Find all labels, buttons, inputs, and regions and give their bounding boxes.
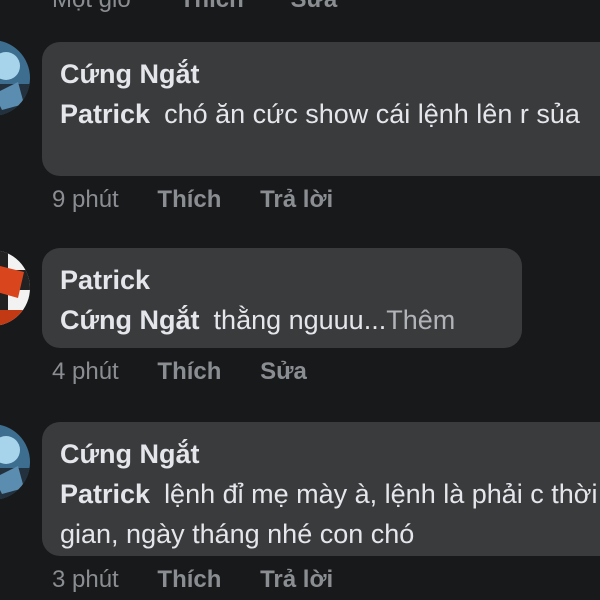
like-button[interactable]: Thích xyxy=(180,0,244,13)
comment-time: Một giờ xyxy=(52,0,133,13)
reply-button[interactable]: Trả lời xyxy=(260,566,333,594)
mention-link[interactable]: Patrick xyxy=(60,99,150,129)
comment-text: Patrick lệnh đỉ mẹ mày à, lệnh là phải c … xyxy=(60,474,600,554)
like-button[interactable]: Thích xyxy=(157,358,221,386)
comment-bubble: Cứng Ngắt Patrick lệnh đỉ mẹ mày à, lệnh … xyxy=(42,422,600,556)
comment-body: thằng nguuu... xyxy=(213,305,387,335)
comment-actions: 3 phút Thích Trả lời xyxy=(52,566,365,594)
comment-author[interactable]: Cứng Ngắt xyxy=(60,54,600,94)
avatar[interactable] xyxy=(0,250,30,326)
comment-actions: 4 phút Thích Sửa xyxy=(52,358,339,386)
comment-bubble: Patrick Cứng Ngắt thằng nguuu...Thêm xyxy=(42,248,522,348)
comment-author[interactable]: Patrick xyxy=(60,260,504,300)
comment-bubble: Cứng Ngắt Patrick chó ăn cức show cái lện… xyxy=(42,42,600,176)
comment-text: Cứng Ngắt thằng nguuu...Thêm xyxy=(60,300,504,340)
edit-button[interactable]: Sửa xyxy=(290,0,337,13)
comment-author[interactable]: Cứng Ngắt xyxy=(60,434,600,474)
see-more-link[interactable]: Thêm xyxy=(386,305,455,335)
comment-body: chó ăn cức show cái lệnh lên r sủa xyxy=(164,99,580,129)
avatar[interactable] xyxy=(0,40,30,116)
comment-time: 4 phút xyxy=(52,358,119,385)
avatar[interactable] xyxy=(0,424,30,500)
comment-text: Patrick chó ăn cức show cái lệnh lên r sủ… xyxy=(60,94,600,134)
comment-actions: 9 phút Thích Trả lời xyxy=(52,186,365,214)
reply-button[interactable]: Trả lời xyxy=(260,186,333,214)
previous-comment-actions: Một giờ Thích Sửa xyxy=(52,0,377,14)
mention-link[interactable]: Cứng Ngắt xyxy=(60,305,200,335)
edit-button[interactable]: Sửa xyxy=(260,358,307,386)
comment-time: 3 phút xyxy=(52,566,119,593)
like-button[interactable]: Thích xyxy=(157,186,221,214)
like-button[interactable]: Thích xyxy=(157,566,221,594)
comment-time: 9 phút xyxy=(52,186,119,213)
mention-link[interactable]: Patrick xyxy=(60,479,150,509)
